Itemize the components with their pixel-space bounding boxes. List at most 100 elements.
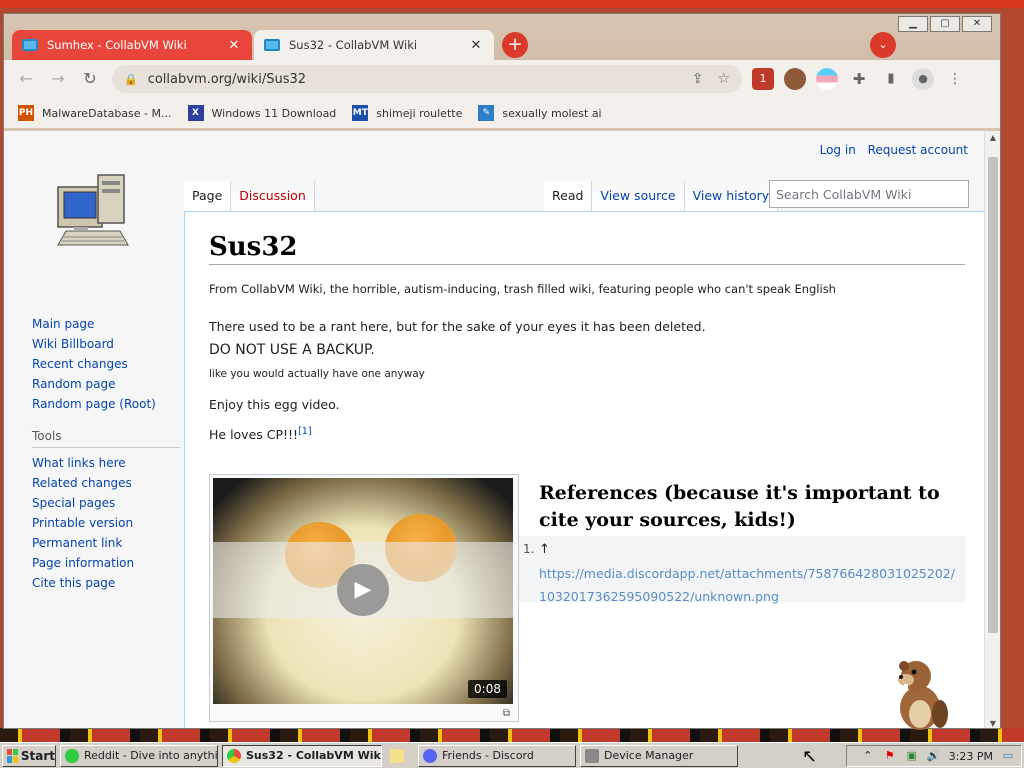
video-duration-badge: 0:08 — [468, 680, 507, 698]
bookmarks-bar: PH MalwareDatabase - M... X Windows 11 D… — [4, 98, 1000, 128]
browser-tab-sumhex[interactable]: Sumhex - CollabVM Wiki ✕ — [12, 30, 252, 60]
tab-view-history[interactable]: View history — [684, 181, 779, 211]
reference-external-link[interactable]: https://media.discordapp.net/attachments… — [539, 562, 959, 608]
sidebar-item-random-page[interactable]: Random page — [32, 377, 180, 391]
reddit-chat-icon — [65, 748, 79, 763]
system-tray: ⌃ ⚑ ▣ 🔊 3:23 PM ▭ — [846, 745, 1022, 767]
tab-page[interactable]: Page — [184, 181, 232, 211]
flag-extension-icon[interactable] — [816, 68, 838, 90]
page-title: Sus32 — [209, 232, 965, 265]
sidebar-item-wiki-billboard[interactable]: Wiki Billboard — [32, 337, 180, 351]
folder-icon — [390, 748, 404, 763]
network-icon[interactable]: ▣ — [905, 749, 919, 763]
paragraph-egg-video: Enjoy this egg video. — [209, 397, 340, 412]
back-button[interactable]: ← — [12, 65, 40, 93]
sidebar-item-permanent-link[interactable]: Permanent link — [32, 536, 180, 550]
sidebar-item-cite-this-page[interactable]: Cite this page — [32, 576, 180, 590]
browser-chrome: ▁ ▢ ✕ Sumhex - CollabVM Wiki ✕ Sus32 - C… — [4, 14, 1000, 131]
bookmark-star-icon[interactable]: ☆ — [717, 71, 730, 87]
sidebar-item-related-changes[interactable]: Related changes — [32, 476, 180, 490]
paragraph-rant: There used to be a rant here, but for th… — [209, 319, 706, 334]
tools-heading: Tools — [32, 429, 180, 448]
tab-discussion[interactable]: Discussion — [231, 181, 315, 211]
wiki-logo-computer-icon[interactable] — [54, 167, 134, 257]
taskbar-item-device-manager[interactable]: Device Manager — [580, 744, 738, 767]
lock-icon: 🔒 — [124, 72, 138, 86]
video-thumbnail-frame: ▶ 0:08 ⧉ — [209, 474, 519, 722]
page-scrollbar[interactable]: ▲ ▼ — [984, 131, 1000, 728]
sidebar-item-main-page[interactable]: Main page — [32, 317, 180, 331]
maximize-button[interactable]: ▢ — [930, 16, 960, 32]
taskbar-item-reddit[interactable]: Reddit - Dive into anythi... — [60, 744, 218, 767]
address-bar[interactable]: 🔒 collabvm.org/wiki/Sus32 ⇪ ☆ — [112, 65, 742, 93]
bookmark-malwaredatabase[interactable]: PH MalwareDatabase - M... — [18, 105, 172, 121]
close-window-button[interactable]: ✕ — [962, 16, 992, 32]
enlarge-icon[interactable]: ⧉ — [503, 708, 510, 719]
login-link[interactable]: Log in — [820, 143, 856, 157]
taskbar-item-label: Device Manager — [604, 748, 694, 762]
sidebar-item-printable-version[interactable]: Printable version — [32, 516, 180, 530]
taskbar-item-discord[interactable]: Friends - Discord — [418, 744, 576, 767]
profile-avatar-icon[interactable]: ● — [912, 68, 934, 90]
chrome-icon — [227, 748, 241, 763]
tab-title: Sus32 - CollabVM Wiki — [289, 38, 418, 52]
view-tabs: Read View source View history — [544, 181, 779, 211]
bookmark-shimeji-roulette[interactable]: MT shimeji roulette — [352, 105, 462, 121]
forward-button[interactable]: → — [44, 65, 72, 93]
browser-tab-sus32[interactable]: Sus32 - CollabVM Wiki ✕ — [254, 30, 494, 60]
close-tab-icon[interactable]: ✕ — [226, 38, 242, 53]
new-tab-button[interactable]: + — [502, 32, 528, 58]
browser-toolbar: ← → ↻ 🔒 collabvm.org/wiki/Sus32 ⇪ ☆ 1 ✚ … — [4, 60, 1000, 98]
sidebar-item-what-links-here[interactable]: What links here — [32, 456, 180, 470]
scroll-thumb[interactable] — [988, 157, 998, 633]
side-panel-icon[interactable]: ▮ — [880, 68, 902, 90]
references-heading: References (because it's important to ci… — [539, 480, 965, 537]
window-controls: ▁ ▢ ✕ — [898, 16, 992, 32]
play-icon[interactable]: ▶ — [337, 564, 389, 616]
bookmark-label: sexually molest ai — [502, 106, 602, 120]
pen-logo-icon: ✎ — [478, 105, 495, 121]
computer-favicon-icon — [264, 39, 280, 51]
sidebar-item-random-page-root[interactable]: Random page (Root) — [32, 397, 180, 411]
tab-title: Sumhex - CollabVM Wiki — [47, 38, 187, 52]
profile-extension-icon[interactable] — [784, 68, 806, 90]
tab-read[interactable]: Read — [544, 181, 593, 211]
bookmark-windows-11[interactable]: X Windows 11 Download — [187, 105, 337, 121]
sidebar-item-special-pages[interactable]: Special pages — [32, 496, 180, 510]
bookmark-label: shimeji roulette — [376, 106, 463, 120]
backlink-arrow-icon[interactable]: ↑ — [539, 542, 550, 557]
close-tab-icon[interactable]: ✕ — [468, 38, 484, 53]
request-account-link[interactable]: Request account — [868, 143, 968, 157]
tab-search-button[interactable]: ⌄ — [870, 32, 896, 58]
scroll-up-icon[interactable]: ▲ — [985, 133, 1000, 142]
sidebar-item-recent-changes[interactable]: Recent changes — [32, 357, 180, 371]
share-icon[interactable]: ⇪ — [692, 71, 704, 87]
show-desktop-icon[interactable]: ▭ — [1001, 749, 1015, 763]
volume-icon[interactable]: 🔊 — [927, 749, 941, 763]
taskbar-item-label: Friends - Discord — [442, 748, 534, 762]
minimize-button[interactable]: ▁ — [898, 16, 928, 32]
tab-view-source[interactable]: View source — [592, 181, 685, 211]
start-button[interactable]: Start — [2, 744, 56, 767]
shimeji-beaver-mascot[interactable] — [886, 656, 956, 732]
ublock-extension-icon[interactable]: 1 — [752, 68, 774, 90]
reload-button[interactable]: ↻ — [76, 65, 104, 93]
menu-kebab-icon[interactable]: ⋮ — [944, 68, 966, 90]
clock[interactable]: 3:23 PM — [949, 750, 993, 763]
puzzle-extensions-icon[interactable]: ✚ — [848, 68, 870, 90]
taskbar-item-chrome[interactable]: Sus32 - CollabVM Wiki... — [222, 744, 382, 767]
egg-video-player[interactable]: ▶ 0:08 — [213, 478, 513, 704]
reference-number: 1. — [523, 542, 535, 556]
mt-logo-icon: MT — [352, 105, 369, 121]
tray-expand-icon[interactable]: ⌃ — [861, 749, 875, 763]
action-center-flag-icon[interactable]: ⚑ — [883, 749, 897, 763]
scroll-down-icon[interactable]: ▼ — [985, 719, 1000, 728]
citation-link[interactable]: [1] — [298, 426, 311, 437]
search-input[interactable]: Search CollabVM Wiki — [769, 180, 969, 208]
ph-logo-icon: PH — [18, 105, 34, 121]
bookmark-ai[interactable]: ✎ sexually molest ai — [478, 105, 602, 121]
windows-logo-icon — [7, 748, 18, 763]
bookmark-label: Windows 11 Download — [211, 106, 337, 120]
sidebar-item-page-information[interactable]: Page information — [32, 556, 180, 570]
taskbar-item-folder[interactable] — [386, 745, 414, 767]
